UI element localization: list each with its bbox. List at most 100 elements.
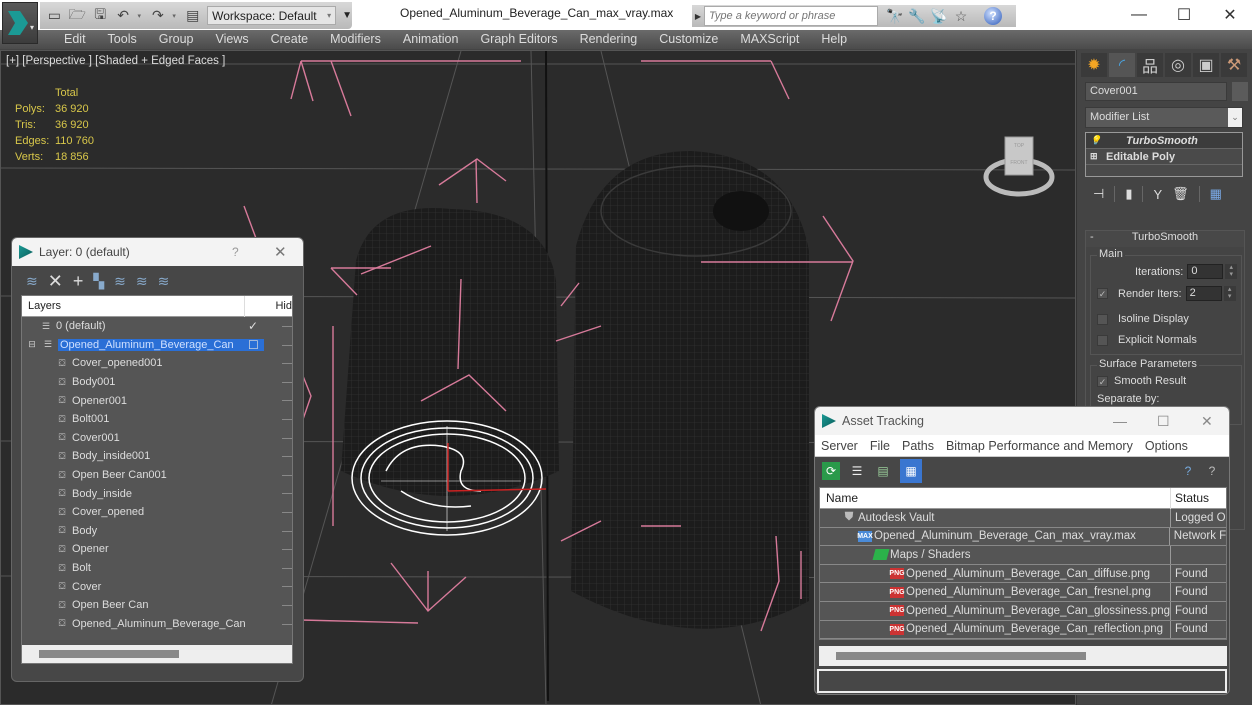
scrollbar-thumb[interactable] [39, 650, 179, 658]
refresh-icon[interactable]: ⟳ [822, 462, 840, 480]
object-row[interactable]: ⛋ Cover_opened001 [22, 354, 292, 373]
viewport-label[interactable]: [+] [Perspective ] [Shaded + Edged Faces… [6, 55, 225, 67]
app-menu-button[interactable]: ▾ [2, 2, 38, 44]
menu-modifiers[interactable]: Modifiers [319, 30, 392, 49]
help-icon[interactable]: ? [984, 7, 1002, 25]
thumbnail-view-icon[interactable]: ▤ [874, 462, 892, 480]
explicit-normals-checkbox[interactable] [1097, 334, 1108, 346]
hide-toggle[interactable] [282, 604, 292, 606]
hide-toggle[interactable] [282, 586, 292, 588]
key-icon[interactable]: 🔧 [906, 8, 928, 25]
hide-toggle[interactable] [282, 344, 292, 346]
asset-row[interactable]: MAX Opened_Aluminum_Beverage_Can_max_vray… [820, 527, 1226, 547]
iterations-input[interactable]: 0 [1187, 264, 1224, 279]
object-name-field[interactable]: Cover001 [1085, 82, 1227, 101]
close-button[interactable]: ✕ [1201, 413, 1213, 430]
configure-modifier-sets-icon[interactable]: ▦ [1210, 186, 1222, 202]
hide-toggle[interactable] [282, 418, 292, 420]
bulb-icon[interactable]: 💡 [1090, 135, 1106, 146]
menu-tools[interactable]: Tools [97, 30, 148, 49]
hide-toggle[interactable] [282, 567, 292, 569]
asset-row[interactable]: PNG Opened_Aluminum_Beverage_Can_glossine… [820, 601, 1226, 621]
layer-properties-icon[interactable]: ≋ [158, 273, 170, 290]
menu-create[interactable]: Create [260, 30, 320, 49]
viewcube[interactable]: TOP FRONT [983, 131, 1055, 201]
open-folder-icon[interactable]: 🗁 [69, 6, 86, 24]
make-unique-icon[interactable]: Y [1153, 187, 1162, 202]
asset-row[interactable]: ⛊ Autodesk Vault Logged O [820, 509, 1226, 528]
smooth-result-checkbox[interactable]: ✓ [1097, 375, 1108, 387]
hide-toggle[interactable] [282, 381, 292, 383]
hide-toggle[interactable] [282, 493, 292, 495]
binoculars-icon[interactable]: 🔭 [884, 8, 906, 25]
menu-file[interactable]: File [864, 439, 896, 453]
render-iters-input[interactable]: 2 [1185, 286, 1222, 301]
hide-toggle[interactable] [282, 400, 292, 402]
object-color-swatch[interactable] [1232, 82, 1248, 101]
menu-options[interactable]: Options [1139, 439, 1194, 453]
object-row[interactable]: ⛋ Cover001 [22, 429, 292, 448]
list-view-icon[interactable]: ☰ [848, 462, 866, 480]
object-row[interactable]: ⛋ Bolt001 [22, 410, 292, 429]
show-end-result-icon[interactable]: ▮ [1125, 186, 1132, 202]
redo-dropdown-icon[interactable]: ▾ [172, 12, 178, 20]
help-off-icon[interactable]: ? [1203, 462, 1221, 480]
save-icon[interactable]: 🖫 [92, 6, 109, 24]
menu-animation[interactable]: Animation [392, 30, 470, 49]
close-button[interactable]: ✕ [274, 243, 287, 261]
menu-help[interactable]: Help [810, 30, 858, 49]
undo-dropdown-icon[interactable]: ▾ [138, 12, 144, 20]
object-row[interactable]: ⛋ Body [22, 522, 292, 541]
iterations-spinner[interactable]: ▴ ▾ [1225, 264, 1238, 279]
create-tab-icon[interactable]: ✹ [1081, 53, 1107, 77]
close-button[interactable]: ✕ [1207, 0, 1252, 30]
column-status[interactable]: Status [1171, 491, 1209, 505]
horizontal-scrollbar[interactable] [819, 646, 1227, 666]
menu-views[interactable]: Views [204, 30, 259, 49]
create-layer-icon[interactable]: ≋ [26, 273, 38, 290]
asset-row[interactable]: PNG Opened_Aluminum_Beverage_Can_fresnel.… [820, 583, 1226, 602]
column-layers[interactable]: Layers [22, 295, 246, 317]
object-row[interactable]: ⛋ Open Beer Can [22, 596, 292, 615]
help-button[interactable]: ? [232, 245, 239, 259]
object-row[interactable]: ⛋ Body001 [22, 373, 292, 392]
workspace-select[interactable]: Workspace: Default ▾ [207, 6, 337, 25]
hide-toggle[interactable] [282, 437, 292, 439]
undo-icon[interactable]: ↶ [115, 7, 132, 24]
customize-toolbar-icon[interactable]: ▼ [342, 10, 352, 21]
menu-edit[interactable]: Edit [53, 30, 97, 49]
maximize-button[interactable]: ☐ [1157, 413, 1170, 430]
project-folder-icon[interactable]: ▤ [184, 7, 201, 24]
horizontal-scrollbar[interactable] [22, 645, 292, 663]
column-name[interactable]: Name [820, 488, 1171, 509]
column-hide[interactable]: Hid [245, 300, 292, 312]
remove-modifier-icon[interactable]: 🗑 [1172, 186, 1189, 202]
asset-path-field[interactable] [817, 669, 1227, 693]
hide-toggle[interactable] [282, 474, 292, 476]
asset-row[interactable]: PNG Opened_Aluminum_Beverage_Can_reflecti… [820, 620, 1226, 639]
pin-stack-icon[interactable]: ⊣ [1093, 186, 1104, 202]
hide-toggle[interactable] [282, 511, 292, 513]
modify-tab-icon[interactable]: ◜ [1109, 53, 1135, 77]
maximize-button[interactable]: ☐ [1161, 0, 1207, 30]
menu-server[interactable]: Server [815, 439, 864, 453]
hide-toggle[interactable] [282, 549, 292, 551]
object-row[interactable]: ⛋ Opener [22, 540, 292, 559]
menu-bitmap-performance[interactable]: Bitmap Performance and Memory [940, 439, 1139, 453]
rollout-header[interactable]: - TurboSmooth [1086, 231, 1244, 247]
hierarchy-tab-icon[interactable]: 品 [1137, 53, 1163, 77]
render-iters-spinner[interactable]: ▴ ▾ [1223, 286, 1236, 301]
isoline-display-checkbox[interactable] [1097, 313, 1108, 325]
object-row[interactable]: ⛋ Bolt [22, 559, 292, 578]
redo-icon[interactable]: ↷ [149, 7, 166, 24]
hide-toggle[interactable] [282, 623, 292, 625]
layer-row[interactable]: ⊟ ☰ Opened_Aluminum_Beverage_Can ☐ [22, 336, 292, 355]
display-tab-icon[interactable]: ▣ [1193, 53, 1219, 77]
render-iters-checkbox[interactable]: ✓ [1097, 288, 1108, 299]
plus-box-icon[interactable]: ⊞ [1090, 151, 1106, 162]
new-file-icon[interactable]: ▭ [46, 7, 63, 24]
layer-dialog-titlebar[interactable]: Layer: 0 (default) ? ✕ [12, 238, 303, 266]
stack-item-turbosmooth[interactable]: 💡 TurboSmooth [1086, 133, 1242, 149]
satellite-icon[interactable]: 📡 [928, 8, 950, 25]
hide-toggle[interactable] [282, 363, 292, 365]
